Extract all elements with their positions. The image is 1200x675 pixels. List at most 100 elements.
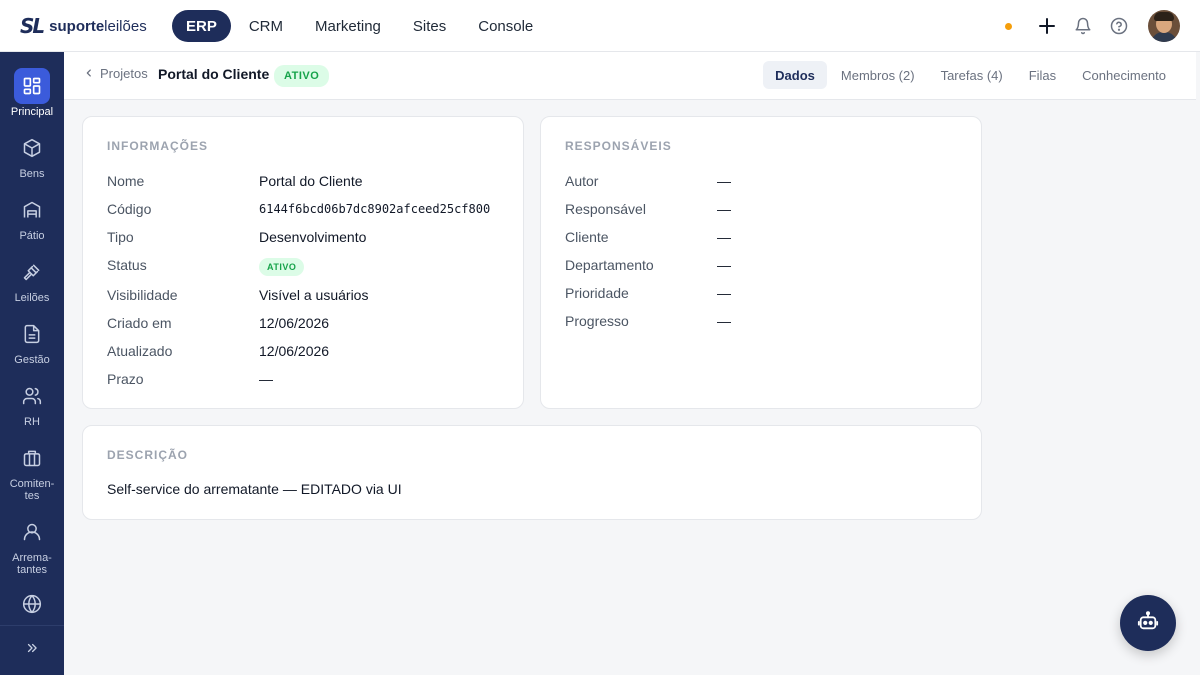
top-actions xyxy=(1005,10,1180,42)
field-value: — xyxy=(717,201,731,217)
sidebar-item-rh[interactable]: RH xyxy=(0,378,64,428)
user-avatar[interactable] xyxy=(1148,10,1180,42)
page-title: Portal do Cliente xyxy=(158,66,270,82)
field-label: Departamento xyxy=(565,257,654,273)
tab-conhecimento[interactable]: Conhecimento xyxy=(1070,61,1178,89)
robot-icon xyxy=(1137,610,1159,637)
field-value: 12/06/2026 xyxy=(259,343,330,359)
top-bar: SL suporteleilões ERP CRM Marketing Site… xyxy=(0,0,1200,52)
field-value: 12/06/2026 xyxy=(259,315,330,331)
breadcrumb-label: Projetos xyxy=(100,66,148,81)
field-value: — xyxy=(717,285,731,301)
project-tabs: Dados Membros (2) Tarefas (4) Filas Conh… xyxy=(763,61,1178,89)
sidebar-item-leiloes[interactable]: Leilões xyxy=(0,254,64,304)
resp-row-responsavel: Responsável — xyxy=(565,199,731,219)
module-tab-console[interactable]: Console xyxy=(464,10,547,42)
module-tab-crm[interactable]: CRM xyxy=(235,10,297,42)
responsaveis-card: RESPONSÁVEIS Autor — Responsável — Clien… xyxy=(540,116,982,409)
tab-filas[interactable]: Filas xyxy=(1017,61,1068,89)
sidebar-item-label: Bens xyxy=(19,168,45,180)
globe-icon xyxy=(14,586,50,622)
chevrons-right-icon xyxy=(25,641,39,660)
field-value: — xyxy=(717,257,731,273)
card-title: RESPONSÁVEIS xyxy=(565,139,672,153)
breadcrumb-projetos[interactable]: Projetos xyxy=(84,66,148,81)
sidebar-item-label: Comiten-tes xyxy=(9,478,55,502)
resp-row-cliente: Cliente — xyxy=(565,227,731,247)
module-tab-marketing[interactable]: Marketing xyxy=(301,10,395,42)
field-label: Criado em xyxy=(107,315,172,331)
sidebar-collapse-button[interactable] xyxy=(0,625,64,675)
tab-membros[interactable]: Membros (2) xyxy=(829,61,927,89)
field-label: Tipo xyxy=(107,229,134,245)
sidebar-item-label: Leilões xyxy=(14,292,50,304)
module-nav: ERP CRM Marketing Sites Console xyxy=(172,10,547,42)
brand-mark: SL xyxy=(20,14,45,38)
description-text: Self-service do arrematante — EDITADO vi… xyxy=(107,481,402,497)
field-value: — xyxy=(717,229,731,245)
sidebar-item-label: Gestão xyxy=(14,354,50,366)
sidebar-item-label: Principal xyxy=(10,106,54,118)
info-row-tipo: Tipo Desenvolvimento xyxy=(107,227,366,247)
module-tab-erp[interactable]: ERP xyxy=(172,10,231,42)
sidebar-item-bens[interactable]: Bens xyxy=(0,130,64,180)
people-icon xyxy=(14,378,50,414)
field-label: Código xyxy=(107,201,152,217)
status-badge: ATIVO xyxy=(274,65,330,87)
tab-tarefas[interactable]: Tarefas (4) xyxy=(929,61,1015,89)
person-icon xyxy=(14,514,50,550)
help-icon[interactable] xyxy=(1108,15,1130,37)
field-label: Cliente xyxy=(565,229,609,245)
chevron-left-icon xyxy=(84,66,94,81)
field-value: — xyxy=(717,173,731,189)
field-value: Portal do Cliente xyxy=(259,173,363,189)
warehouse-icon xyxy=(14,192,50,228)
info-row-codigo: Código 6144f6bcd06b7dc8902afceed25cf800 xyxy=(107,199,490,219)
field-value: 6144f6bcd06b7dc8902afceed25cf800 xyxy=(259,202,491,216)
plus-icon[interactable] xyxy=(1036,15,1058,37)
sidebar-item-patio[interactable]: Pátio xyxy=(0,192,64,242)
card-title: DESCRIÇÃO xyxy=(107,448,189,462)
resp-row-departamento: Departamento — xyxy=(565,255,731,275)
field-value: Desenvolvimento xyxy=(259,229,367,245)
bell-icon[interactable] xyxy=(1072,15,1094,37)
grid-icon xyxy=(14,68,50,104)
box-icon xyxy=(14,130,50,166)
info-row-nome: Nome Portal do Cliente xyxy=(107,171,363,191)
field-value: — xyxy=(717,313,731,329)
sidebar: Principal Bens Pátio Leilões Gestão RH C… xyxy=(0,52,64,675)
resp-row-prioridade: Prioridade — xyxy=(565,283,731,303)
project-header: Projetos Portal do Cliente ATIVO Dados M… xyxy=(64,52,1196,100)
field-label: Prazo xyxy=(107,371,144,387)
field-label: Atualizado xyxy=(107,343,173,359)
briefcase-icon xyxy=(14,440,50,476)
field-label: Responsável xyxy=(565,201,646,217)
resp-row-progresso: Progresso — xyxy=(565,311,731,331)
field-value: — xyxy=(259,371,273,387)
brand-logo[interactable]: SL suporteleilões xyxy=(20,14,147,38)
sidebar-item-principal[interactable]: Principal xyxy=(0,68,64,118)
info-row-atualizado: Atualizado 12/06/2026 xyxy=(107,341,329,361)
sidebar-item-sites[interactable] xyxy=(0,586,64,624)
info-row-criado: Criado em 12/06/2026 xyxy=(107,313,329,333)
sidebar-item-comitentes[interactable]: Comiten-tes xyxy=(0,440,64,502)
info-card: INFORMAÇÕES Nome Portal do Cliente Códig… xyxy=(82,116,524,409)
status-badge: ATIVO xyxy=(259,257,305,276)
field-label: Nome xyxy=(107,173,145,189)
field-label: Visibilidade xyxy=(107,287,178,303)
card-title: INFORMAÇÕES xyxy=(107,139,208,153)
module-tab-sites[interactable]: Sites xyxy=(399,10,460,42)
info-row-status: Status ATIVO xyxy=(107,255,305,276)
field-label: Autor xyxy=(565,173,599,189)
sidebar-item-label: RH xyxy=(24,416,40,428)
status-dot xyxy=(1005,22,1012,30)
resp-row-autor: Autor — xyxy=(565,171,731,191)
sidebar-item-label: Arrema-tantes xyxy=(12,552,52,576)
assistant-button[interactable] xyxy=(1120,595,1176,651)
sidebar-item-label: Pátio xyxy=(19,230,45,242)
document-icon xyxy=(14,316,50,352)
descricao-card: DESCRIÇÃO Self-service do arrematante — … xyxy=(82,425,982,520)
tab-dados[interactable]: Dados xyxy=(763,61,827,89)
sidebar-item-arrematantes[interactable]: Arrema-tantes xyxy=(0,514,64,576)
sidebar-item-gestao[interactable]: Gestão xyxy=(0,316,64,366)
